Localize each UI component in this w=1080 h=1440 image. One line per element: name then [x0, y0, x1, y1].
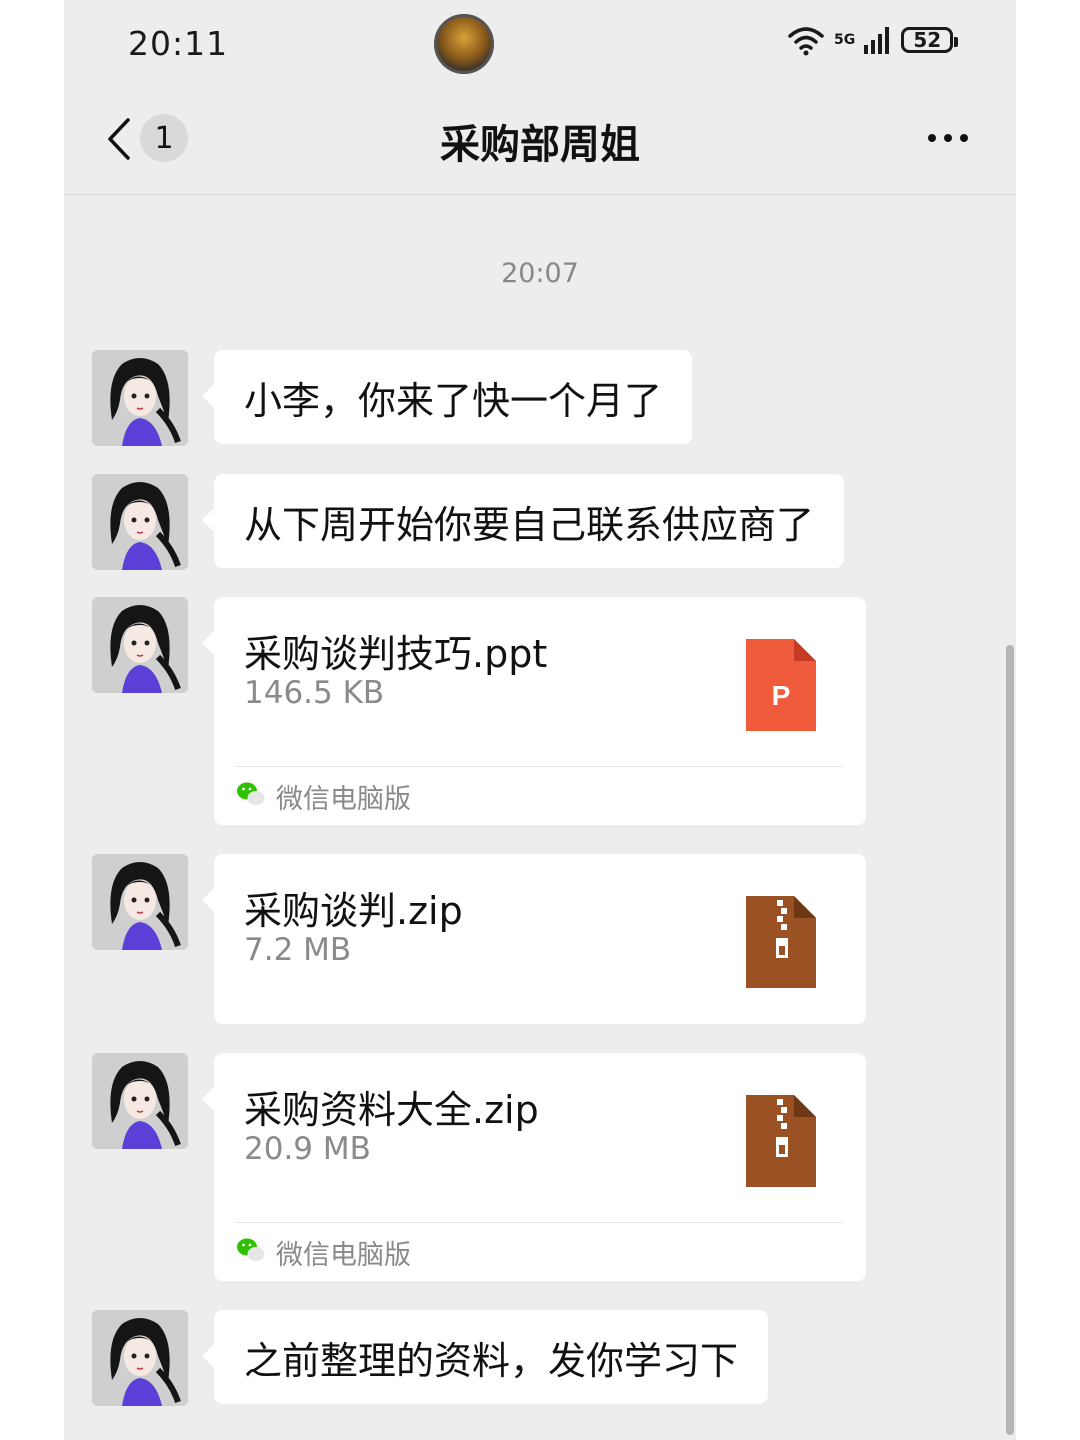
- source-label: 微信电脑版: [276, 1240, 411, 1271]
- ppt-file-icon: P: [746, 639, 816, 731]
- file-message-bubble[interactable]: 采购资料大全.zip 20.9 MB 微信电脑版: [202, 1053, 866, 1281]
- file-source-footer: 微信电脑版: [236, 766, 842, 825]
- text-message-bubble[interactable]: 之前整理的资料，发你学习下: [201, 1310, 769, 1404]
- file-name: 采购资料大全.zip: [244, 1088, 539, 1132]
- chat-title: 采购部周姐: [440, 122, 640, 168]
- file-size: 7.2 MB: [244, 932, 352, 968]
- wechat-icon: [237, 782, 265, 805]
- chat-scrollbar[interactable]: [1006, 645, 1014, 1435]
- file-name: 采购谈判技巧.ppt: [244, 632, 548, 676]
- battery-level: 52: [913, 28, 942, 52]
- file-size: 146.5 KB: [244, 675, 385, 711]
- svg-text:P: P: [772, 680, 791, 711]
- text-message-bubble[interactable]: 从下周开始你要自己联系供应商了: [201, 474, 845, 568]
- chat-header: 1 采购部周姐: [64, 90, 1016, 195]
- network-type: 5G: [834, 32, 856, 48]
- source-label: 微信电脑版: [276, 784, 411, 815]
- sender-avatar[interactable]: [92, 474, 188, 570]
- zip-file-icon: [746, 1095, 816, 1187]
- more-options-icon[interactable]: [924, 120, 972, 156]
- sender-avatar[interactable]: [92, 597, 188, 693]
- status-icons: 5G 52: [786, 24, 959, 56]
- avatar-illustration: [92, 474, 188, 570]
- avatar-illustration: [92, 597, 188, 693]
- sender-avatar[interactable]: [92, 1053, 188, 1149]
- signal-icon: [864, 27, 890, 54]
- avatar-illustration: [92, 1053, 188, 1149]
- chat-timestamp: 20:07: [501, 258, 579, 289]
- status-time: 20:11: [128, 24, 229, 63]
- file-message-bubble[interactable]: 采购谈判技巧.ppt 146.5 KB P 微信电脑版: [202, 597, 866, 825]
- battery-icon: 52: [901, 27, 959, 53]
- avatar-illustration: [92, 350, 188, 446]
- text-message-bubble[interactable]: 小李，你来了快一个月了: [201, 350, 693, 444]
- wifi-icon: [788, 27, 824, 56]
- avatar-illustration: [92, 854, 188, 950]
- sender-avatar[interactable]: [92, 350, 188, 446]
- chat-screen: 20:11 5G 52 1 采购部周姐 20:07 小李，你来了快一个月了 从下…: [64, 0, 1016, 1440]
- file-name: 采购谈判.zip: [244, 889, 463, 933]
- wechat-icon: [237, 1238, 265, 1261]
- camera-cutout: [434, 14, 494, 74]
- sender-avatar[interactable]: [92, 854, 188, 950]
- sender-avatar[interactable]: [92, 1310, 188, 1406]
- file-size: 20.9 MB: [244, 1131, 371, 1167]
- file-message-bubble[interactable]: 采购谈判.zip 7.2 MB: [202, 854, 866, 1024]
- file-source-footer: 微信电脑版: [236, 1222, 842, 1281]
- avatar-illustration: [92, 1310, 188, 1406]
- zip-file-icon: [746, 896, 816, 988]
